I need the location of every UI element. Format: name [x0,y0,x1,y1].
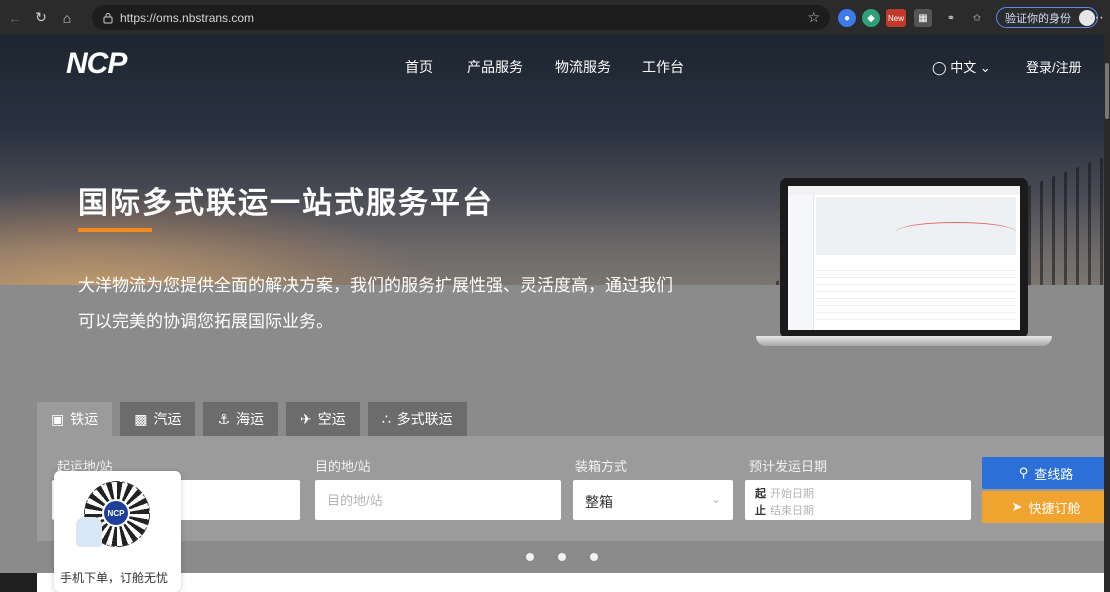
packing-label: 装箱方式 [575,459,628,474]
login-register-link[interactable]: 登录/注册 [1026,57,1082,76]
destination-input[interactable] [315,480,561,520]
packing-select[interactable]: 整箱 ⌄ [573,480,733,520]
back-icon[interactable]: ← [4,7,26,29]
chevron-down-icon: ⌄ [710,492,721,506]
favorite-star-icon[interactable]: ☆ [807,9,820,26]
globe-icon: ◯ [932,60,947,75]
refresh-icon[interactable]: ↻ [30,7,52,29]
carousel-dot[interactable] [558,553,566,561]
truck-icon: ▩ [134,410,148,427]
screen-route-line [896,222,1016,242]
site-header: NCP 首页 产品服务 物流服务 工作台 ◯ 中文 ⌄ 登录/注册 [0,35,1110,95]
nav-products[interactable]: 产品服务 [467,57,523,77]
transport-tabs: ▣ 铁运 ▩ 汽运 ⚓ 海运 ✈ 空运 ∴ 多式联运 [37,402,467,436]
tab-multimodal[interactable]: ∴ 多式联运 [367,402,467,436]
destination-field[interactable] [315,480,561,520]
lock-icon [102,12,114,24]
extension-blue-icon[interactable]: ● [838,9,856,27]
language-selector[interactable]: ◯ 中文 ⌄ [932,57,991,76]
profile-verify-button[interactable]: 验证你的身份 [996,7,1098,28]
search-icon: ⚲ [1018,465,1029,480]
plane-icon: ✈ [300,410,312,427]
more-options-icon[interactable]: ⋯ [1090,9,1104,26]
browser-toolbar: ← ↻ ⌂ https://oms.nbstrans.com ☆ ● ◆ New… [0,0,1110,35]
train-icon: ▣ [51,410,65,427]
title-underline [78,228,152,232]
screen-topbar [788,186,1020,195]
date-range-picker[interactable]: 起开始日期 止结束日期 [745,480,971,520]
nav-logistics[interactable]: 物流服务 [555,57,611,77]
qr-caption: 手机下单，订舱无忧 [60,571,169,585]
screen-sidebar [788,195,814,330]
page-title: 国际多式联运一站式服务平台 [78,187,494,220]
laptop-screen-frame [780,178,1028,338]
site-logo[interactable]: NCP [66,47,127,81]
laptop-mockup-image [756,178,1052,358]
ship-icon: ⚓ [217,410,231,427]
extension-new-icon[interactable]: New [886,9,906,27]
chevron-down-icon: ⌄ [979,60,991,75]
url-text: https://oms.nbstrans.com [120,10,255,25]
send-icon: ➤ [1011,499,1023,514]
extension-circle-icon[interactable]: ⚭ [942,9,960,27]
mascot-image [76,517,102,547]
packing-value: 整箱 [585,494,613,510]
web-page: NCP 首页 产品服务 物流服务 工作台 ◯ 中文 ⌄ 登录/注册 国际多式联运… [0,35,1110,592]
route-search-panel: 起运地/站 目的地/站 装箱方式 整箱 ⌄ 预计发运日期 起开始日期 止结束日期… [37,436,1110,541]
tab-truck[interactable]: ▩ 汽运 [120,402,196,436]
home-icon[interactable]: ⌂ [56,7,78,29]
carousel-dots [526,553,598,561]
carousel-dot[interactable] [526,553,534,561]
multimodal-icon: ∴ [381,410,391,427]
destination-label: 目的地/站 [315,459,371,474]
laptop-screen [788,186,1020,330]
favorites-list-icon[interactable]: ✩ [968,9,986,27]
find-route-button[interactable]: ⚲ 查线路 [982,457,1110,489]
extension-grid-icon[interactable]: ▦ [914,9,932,27]
tab-air[interactable]: ✈ 空运 [286,402,360,436]
screen-map [816,197,1016,255]
qr-logo: NCP [102,499,130,527]
hero-description-line2: 可以完美的协调您拓展国际业务。 [78,312,333,331]
hero-description-line1: 大洋物流为您提供全面的解决方案，我们的服务扩展性强、灵活度高，通过我们 [78,276,673,295]
content-area [37,573,1110,592]
screen-table [816,264,1016,324]
nav-home[interactable]: 首页 [405,57,433,77]
tab-sea[interactable]: ⚓ 海运 [203,402,279,436]
qr-code-widget[interactable]: NCP 手机下单，订舱无忧 [54,471,181,592]
address-bar[interactable]: https://oms.nbstrans.com ☆ [92,5,830,30]
nav-workbench[interactable]: 工作台 [642,57,684,77]
scrollbar-thumb[interactable] [1105,63,1109,119]
tab-rail[interactable]: ▣ 铁运 [37,402,113,436]
carousel-dot[interactable] [590,553,598,561]
laptop-base [756,336,1052,346]
ship-date-label: 预计发运日期 [749,459,828,474]
date-end[interactable]: 止结束日期 [755,502,814,518]
date-start[interactable]: 起开始日期 [755,485,814,501]
extension-green-icon[interactable]: ◆ [862,9,880,27]
quick-booking-button[interactable]: ➤ 快捷订舱 [982,491,1110,523]
